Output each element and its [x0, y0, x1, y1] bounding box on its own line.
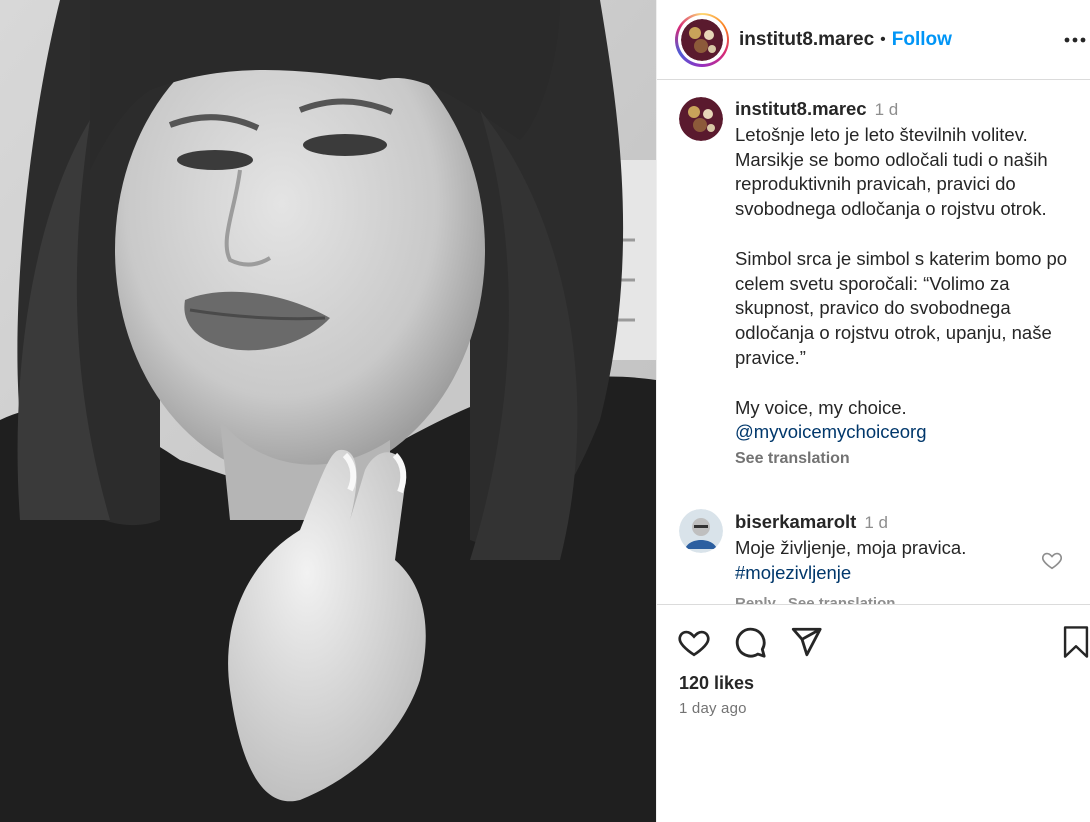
- comment-hashtag-link[interactable]: #mojezivljenje: [735, 560, 1035, 585]
- selfie-photo: [0, 0, 656, 822]
- caption-see-translation[interactable]: See translation: [735, 447, 1075, 472]
- caption-paragraph-2: Simbol srca je simbol s katerim bomo po …: [735, 247, 1068, 368]
- caption-time: 1 d: [874, 100, 899, 119]
- comments-section[interactable]: institut8.marec 1 d Letošnje leto je leto…: [657, 81, 1090, 604]
- caption: institut8.marec 1 d Letošnje leto je leto…: [679, 97, 1075, 472]
- comment-text: biserkamarolt 1 d Moje življenje, moja pr…: [735, 509, 1035, 604]
- comment-avatar[interactable]: [679, 509, 723, 553]
- comment-item: biserkamarolt 1 d Moje življenje, moja pr…: [679, 509, 1079, 604]
- caption-mention-link[interactable]: @myvoicemychoiceorg: [735, 420, 1075, 445]
- post-timestamp[interactable]: 1 day ago: [679, 700, 747, 717]
- follow-button[interactable]: Follow: [892, 29, 952, 51]
- caption-paragraph-3: My voice, my choice.: [735, 396, 907, 418]
- caption-avatar[interactable]: [679, 97, 723, 141]
- post-side-panel: institut8.marec • Follow institut8.marec…: [656, 0, 1090, 822]
- caption-paragraph-1: Letošnje leto je leto številnih volitev.…: [735, 123, 1048, 220]
- comment-reply-button[interactable]: Reply: [735, 595, 776, 604]
- share-icon[interactable]: [789, 625, 823, 659]
- heart-icon[interactable]: [677, 625, 711, 659]
- institut-avatar-image: [681, 18, 723, 61]
- caption-username[interactable]: institut8.marec: [735, 98, 867, 119]
- bookmark-icon[interactable]: [1061, 625, 1090, 659]
- post-actions: 120 likes 1 day ago: [657, 604, 1090, 822]
- profile-avatar[interactable]: [675, 12, 729, 67]
- separator-dot: •: [880, 30, 886, 48]
- comment-see-translation[interactable]: See translation: [788, 595, 896, 604]
- post-header: institut8.marec • Follow: [657, 0, 1090, 80]
- comment-meta: Reply See translation: [735, 591, 1035, 604]
- comment-message: Moje življenje, moja pravica.: [735, 537, 967, 558]
- comment-icon[interactable]: [733, 625, 767, 659]
- comment-time: 1 d: [864, 513, 888, 532]
- action-icons-group: [677, 625, 823, 659]
- comment-like-heart-icon[interactable]: [1041, 549, 1063, 571]
- caption-text: institut8.marec 1 d Letošnje leto je leto…: [735, 97, 1075, 472]
- likes-count[interactable]: 120 likes: [679, 673, 754, 694]
- post-photo[interactable]: [0, 0, 656, 822]
- more-horizontal-icon[interactable]: [1063, 28, 1087, 52]
- post-author-username[interactable]: institut8.marec: [739, 29, 874, 51]
- comment-username[interactable]: biserkamarolt: [735, 511, 856, 532]
